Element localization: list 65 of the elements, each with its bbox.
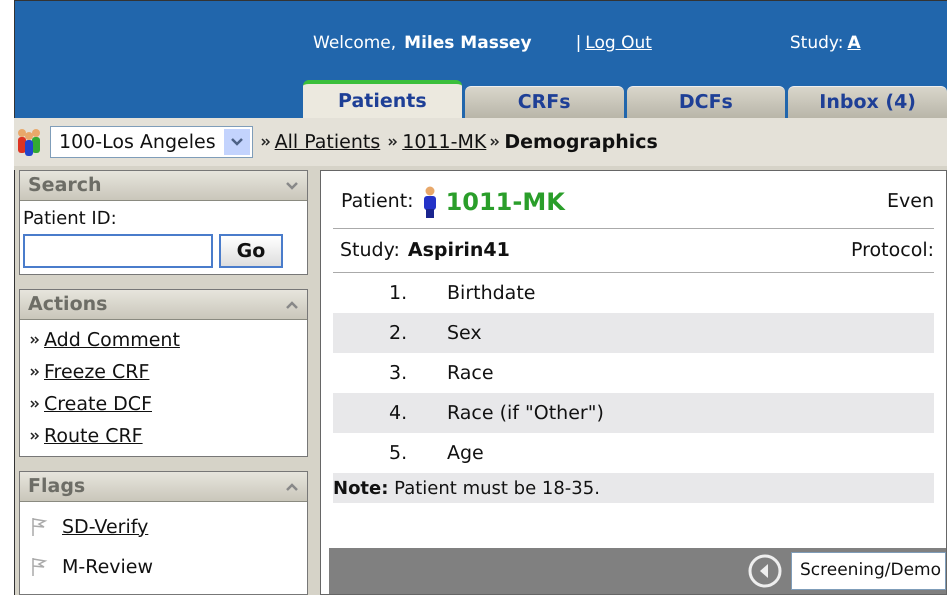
question-label: Sex [447, 320, 482, 346]
site-select-value: 100-Los Angeles [59, 130, 216, 155]
study-value: Aspirin41 [408, 238, 510, 264]
panel-title: Search [28, 173, 102, 198]
double-chevron-icon [260, 137, 271, 147]
question-number: 4. [388, 400, 408, 426]
welcome-label: Welcome, [313, 32, 396, 55]
panel-title: Flags [28, 474, 86, 500]
chevron-up-icon [285, 300, 299, 310]
flag-icon [30, 516, 48, 538]
tab[interactable]: DCFs [626, 86, 786, 118]
tab[interactable]: CRFs [464, 86, 624, 118]
logout-link[interactable]: Log Out [585, 30, 652, 56]
double-chevron-icon [30, 399, 40, 409]
tab[interactable]: Inbox (4) [788, 86, 947, 118]
action-link[interactable]: Add Comment [44, 326, 180, 354]
panel-title: Actions [28, 292, 108, 318]
panel-header[interactable]: Actions [20, 290, 307, 320]
question-number: 2. [388, 320, 408, 346]
question-number: 5. [388, 440, 408, 466]
separator: | [576, 32, 582, 55]
field-label: Patient ID: [23, 207, 118, 231]
patient-id-field[interactable] [23, 234, 213, 268]
person-icon [422, 184, 438, 218]
action-link[interactable]: Freeze CRF [44, 358, 150, 386]
action-link[interactable]: Create DCF [44, 390, 152, 418]
user-name: Miles Massey [404, 32, 532, 55]
double-chevron-icon [388, 137, 398, 147]
protocol-label: Protocol: [851, 238, 934, 264]
breadcrumb-current: Demographics [504, 130, 658, 155]
question-number: 1. [388, 280, 408, 306]
flag-link[interactable]: SD-Verify [62, 512, 148, 542]
panel-header[interactable]: Flags [20, 472, 307, 502]
flag-label: M-Review [62, 554, 154, 580]
question-label: Race (if "Other") [447, 400, 604, 426]
event-label: Even [887, 189, 934, 214]
patient-label: Patient: [341, 189, 414, 214]
go-button[interactable]: Go [219, 234, 283, 268]
people-icon [16, 127, 42, 157]
panel-header[interactable]: Search [20, 171, 307, 201]
flag-icon [30, 556, 48, 578]
dropdown-button[interactable] [224, 129, 250, 155]
tab[interactable]: Patients [303, 80, 462, 118]
double-chevron-icon [490, 137, 500, 147]
study-label: Study: [340, 238, 400, 264]
question-label: Age [447, 440, 484, 466]
double-chevron-icon [30, 367, 40, 377]
study-link[interactable]: A [847, 30, 861, 56]
breadcrumb-link[interactable]: All Patients [274, 128, 380, 156]
action-link[interactable]: Route CRF [44, 422, 143, 450]
study-label: Study: [790, 32, 844, 55]
chevron-up-icon [285, 482, 299, 492]
note-text: Note: Patient must be 18-35. [333, 476, 600, 500]
breadcrumb-link[interactable]: 1011-MK [402, 128, 486, 156]
previous-icon[interactable] [747, 553, 784, 589]
question-number: 3. [388, 360, 408, 386]
site-select[interactable]: 100-Los Angeles [50, 126, 253, 158]
question-label: Race [447, 360, 494, 386]
double-chevron-icon [30, 431, 40, 441]
question-label: Birthdate [447, 280, 536, 306]
chevron-down-icon [230, 137, 244, 147]
patient-id: 1011-MK [446, 186, 565, 218]
step-select[interactable]: Screening/Demo [791, 552, 946, 590]
double-chevron-icon [30, 335, 40, 345]
chevron-down-icon [285, 180, 299, 190]
